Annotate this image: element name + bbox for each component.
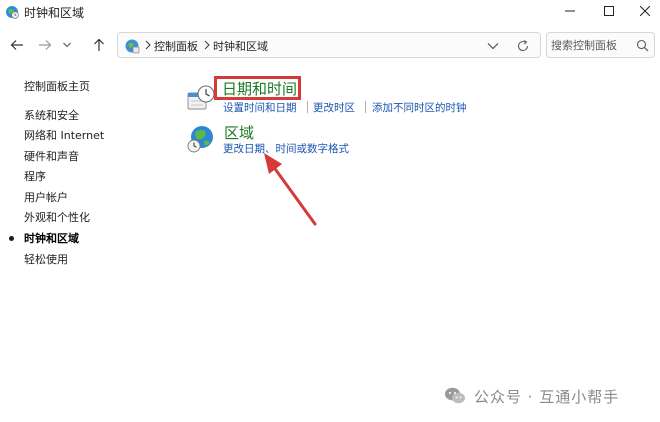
search-input[interactable] [551, 36, 635, 54]
link-separator [365, 101, 366, 113]
sidebar-item-appearance[interactable]: 外观和个性化 [24, 209, 90, 225]
sidebar-item-hardware-sound[interactable]: 硬件和声音 [24, 148, 79, 164]
link-set-time-date[interactable]: 设置时间和日期 [223, 100, 297, 115]
navigation-bar: 控制面板 时钟和区域 [0, 26, 660, 62]
date-time-clock-icon[interactable] [186, 83, 216, 113]
sidebar-item-programs[interactable]: 程序 [24, 168, 46, 184]
sidebar-item-system-security[interactable]: 系统和安全 [24, 107, 79, 123]
annotation-arrow-head [264, 153, 282, 174]
clock-globe-icon [6, 6, 19, 19]
title-bar: 时钟和区域 [0, 0, 660, 24]
annotation-arrow [264, 153, 317, 226]
minimize-button[interactable] [552, 0, 588, 22]
wechat-logo-icon [445, 387, 465, 404]
breadcrumb-control-panel[interactable]: 控制面板 [154, 38, 198, 54]
sidebar-item-home[interactable]: 控制面板主页 [24, 78, 90, 94]
annotation-arrow-shaft [271, 164, 317, 226]
refresh-icon[interactable] [515, 38, 531, 54]
watermark-text: 公众号 · 互通小帮手 [474, 387, 620, 406]
forward-arrow-icon [39, 40, 52, 50]
breadcrumb-separator-icon [204, 40, 210, 50]
recent-locations-button[interactable] [60, 35, 74, 55]
sidebar-item-ease-of-access[interactable]: 轻松使用 [24, 251, 68, 267]
sidebar-item-clock-region[interactable]: 时钟和区域 [24, 230, 79, 246]
maximize-button[interactable] [591, 0, 627, 22]
address-bar[interactable]: 控制面板 时钟和区域 [117, 32, 541, 58]
link-add-clocks[interactable]: 添加不同时区的时钟 [372, 100, 467, 115]
minimize-icon [565, 10, 575, 12]
up-arrow-icon [94, 38, 104, 51]
close-icon [640, 6, 650, 16]
highlight-box [214, 76, 301, 100]
sidebar-item-user-accounts[interactable]: 用户帐户 [24, 189, 68, 205]
breadcrumb-clock-region[interactable]: 时钟和区域 [213, 38, 268, 54]
maximize-icon [604, 6, 614, 16]
link-change-time-zone[interactable]: 更改时区 [313, 100, 355, 115]
chevron-down-icon[interactable] [486, 40, 500, 52]
breadcrumb-separator-icon [145, 40, 151, 50]
link-change-date-time-number-format[interactable]: 更改日期、时间或数字格式 [223, 141, 349, 156]
window-title: 时钟和区域 [24, 6, 85, 20]
back-button[interactable] [7, 35, 27, 55]
link-separator [307, 101, 308, 113]
watermark: 公众号 · 互通小帮手 [444, 384, 619, 408]
search-box[interactable] [546, 32, 655, 58]
category-title-region[interactable]: 区域 [224, 122, 254, 143]
sidebar-item-network[interactable]: 网络和 Internet [24, 127, 104, 143]
close-button[interactable] [627, 0, 660, 22]
up-button[interactable] [89, 35, 109, 55]
chevron-down-icon [63, 42, 71, 48]
region-globe-icon[interactable] [186, 124, 216, 154]
search-icon[interactable] [636, 39, 649, 52]
forward-button[interactable] [35, 35, 55, 55]
back-arrow-icon [10, 40, 23, 50]
active-item-bullet [9, 236, 14, 241]
control-panel-icon [125, 39, 140, 54]
